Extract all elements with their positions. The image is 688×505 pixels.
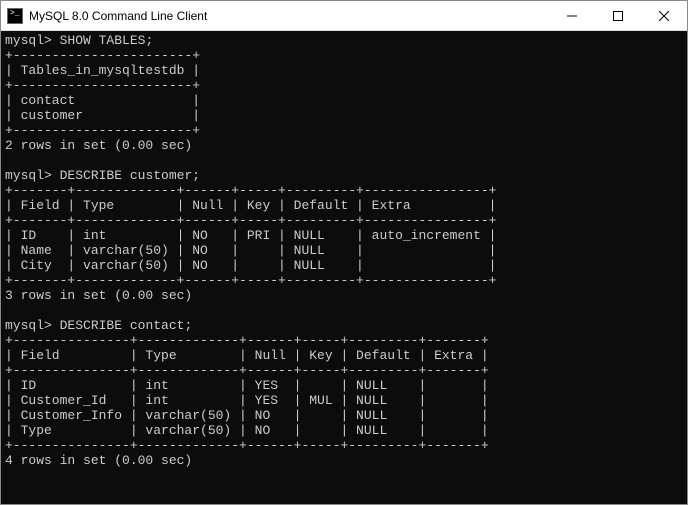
- table-row: | Customer_Info | varchar(50) | NO | | N…: [5, 408, 489, 423]
- table-border: +-------+-------------+------+-----+----…: [5, 213, 496, 228]
- table-border: +-----------------------+: [5, 78, 200, 93]
- status-line: 3 rows in set (0.00 sec): [5, 288, 192, 303]
- table-header: | Tables_in_mysqltestdb |: [5, 63, 200, 78]
- app-icon: [7, 8, 23, 24]
- table-row: | ID | int | NO | PRI | NULL | auto_incr…: [5, 228, 496, 243]
- table-row: | Name | varchar(50) | NO | | NULL | |: [5, 243, 496, 258]
- table-row: | ID | int | YES | | NULL | |: [5, 378, 489, 393]
- minimize-button[interactable]: [549, 1, 595, 30]
- titlebar: MySQL 8.0 Command Line Client: [1, 1, 687, 31]
- table-border: +-------+-------------+------+-----+----…: [5, 273, 496, 288]
- prompt: mysql>: [5, 318, 52, 333]
- status-line: 4 rows in set (0.00 sec): [5, 453, 192, 468]
- table-header: | Field | Type | Null | Key | Default | …: [5, 198, 496, 213]
- table-row: | Type | varchar(50) | NO | | NULL | |: [5, 423, 489, 438]
- prompt: mysql>: [5, 168, 52, 183]
- maximize-button[interactable]: [595, 1, 641, 30]
- table-header: | Field | Type | Null | Key | Default | …: [5, 348, 489, 363]
- command-describe-customer: DESCRIBE customer;: [60, 168, 200, 183]
- command-show-tables: SHOW TABLES;: [60, 33, 154, 48]
- table-border: +---------------+-------------+------+--…: [5, 333, 489, 348]
- command-describe-contact: DESCRIBE contact;: [60, 318, 193, 333]
- window-title: MySQL 8.0 Command Line Client: [29, 9, 549, 23]
- table-border: +-----------------------+: [5, 123, 200, 138]
- status-line: 2 rows in set (0.00 sec): [5, 138, 192, 153]
- table-border: +-----------------------+: [5, 48, 200, 63]
- table-row: | customer |: [5, 108, 200, 123]
- table-row: | City | varchar(50) | NO | | NULL | |: [5, 258, 496, 273]
- table-border: +---------------+-------------+------+--…: [5, 363, 489, 378]
- table-row: | Customer_Id | int | YES | MUL | NULL |…: [5, 393, 489, 408]
- terminal-output[interactable]: mysql> SHOW TABLES; +-------------------…: [1, 31, 687, 504]
- table-row: | contact |: [5, 93, 200, 108]
- prompt: mysql>: [5, 33, 52, 48]
- table-border: +---------------+-------------+------+--…: [5, 438, 489, 453]
- window-controls: [549, 1, 687, 30]
- table-border: +-------+-------------+------+-----+----…: [5, 183, 496, 198]
- app-window: MySQL 8.0 Command Line Client mysql> SHO…: [0, 0, 688, 505]
- close-button[interactable]: [641, 1, 687, 30]
